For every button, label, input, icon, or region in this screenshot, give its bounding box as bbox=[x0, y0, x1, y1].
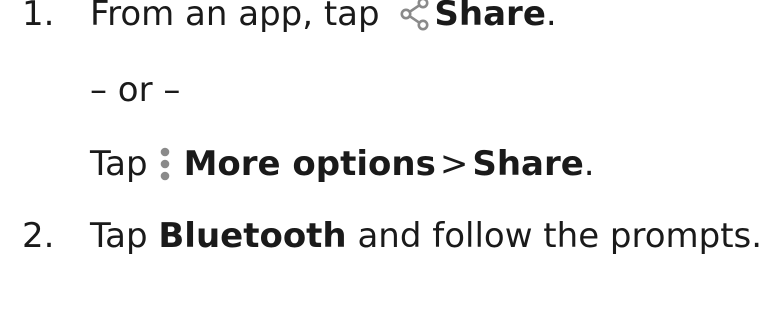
step-text: From an app, tap Share. bbox=[90, 0, 557, 36]
step-1-share-label: Share bbox=[434, 0, 546, 34]
step-2-prefix: Tap bbox=[90, 216, 148, 256]
step-1-prefix: From an app, tap bbox=[90, 0, 380, 34]
step-text: Tap Bluetooth and follow the prompts. bbox=[90, 214, 762, 258]
share-icon bbox=[400, 0, 429, 30]
alternative-period: . bbox=[583, 144, 595, 184]
alternative-text: Tap More options > Share. bbox=[90, 142, 595, 186]
alternative-share-label: Share bbox=[472, 144, 584, 184]
more-options-label: More options bbox=[183, 144, 436, 184]
step-number: 1. bbox=[22, 0, 55, 34]
step-2-suffix: and follow the prompts. bbox=[357, 216, 763, 256]
bluetooth-label: Bluetooth bbox=[158, 216, 347, 256]
step-1-period: . bbox=[545, 0, 557, 34]
or-separator: – or – bbox=[90, 70, 181, 110]
alternative-prefix: Tap bbox=[90, 144, 148, 184]
chevron-separator: > bbox=[439, 144, 469, 184]
more-options-icon bbox=[160, 147, 169, 180]
step-number: 2. bbox=[22, 216, 55, 256]
